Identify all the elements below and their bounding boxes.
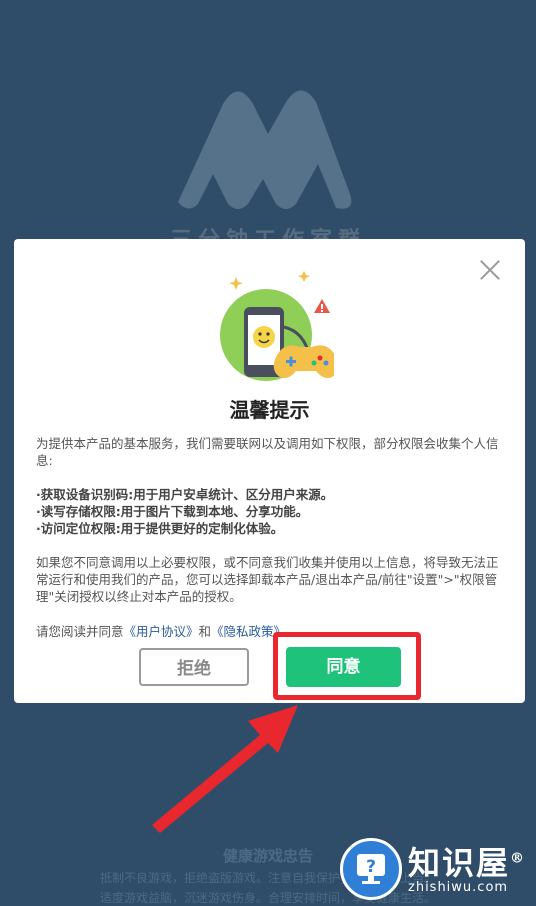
permission-item: ·读写存储权限:用于图片下载到本地、分享功能。 [36, 504, 309, 519]
permission-item: ·访问定位权限:用于提供更好的定制化体验。 [36, 521, 284, 536]
dialog-title: 温馨提示 [229, 398, 310, 422]
svg-text:?: ? [366, 857, 376, 877]
red-arrow-icon [152, 705, 298, 833]
dialog-body: 为提供本产品的基本服务，我们需要联网以及调用如下权限，部分权限会收集个人信息: … [36, 435, 506, 605]
user-agreement-link[interactable]: 《用户协议》 [124, 624, 199, 639]
reject-button[interactable]: 拒绝 [139, 648, 249, 686]
close-icon[interactable] [477, 257, 503, 283]
intro-text: 为提供本产品的基本服务，我们需要联网以及调用如下权限，部分权限会收集个人信息: [36, 436, 499, 468]
permission-item: ·获取设备识别码:用于用户安卓统计、区分用户来源。 [36, 487, 334, 502]
app-logo [178, 90, 352, 209]
watermark-name: 知识屋® [408, 844, 527, 882]
disclaimer-text: 如果您不同意调用以上必要权限，或不同意我们收集并使用以上信息，将导致无法正常运行… [36, 555, 499, 604]
watermark-logo: ? [340, 838, 402, 900]
watermark-url: zhishiwu.com [408, 880, 509, 895]
and-text: 和 [198, 624, 212, 639]
permission-dialog: 温馨提示 为提供本产品的基本服务，我们需要联网以及调用如下权限，部分权限会收集个… [14, 239, 525, 703]
phone-gamepad-icon [220, 271, 334, 381]
question-monitor-icon: ? [357, 854, 385, 884]
agree-prefix: 请您阅读并同意 [36, 624, 124, 639]
highlight-box [273, 632, 421, 700]
privacy-policy-link[interactable]: 《隐私政策》 [211, 624, 280, 639]
agreement-line: 请您阅读并同意《用户协议》和《隐私政策》。 [36, 621, 292, 640]
